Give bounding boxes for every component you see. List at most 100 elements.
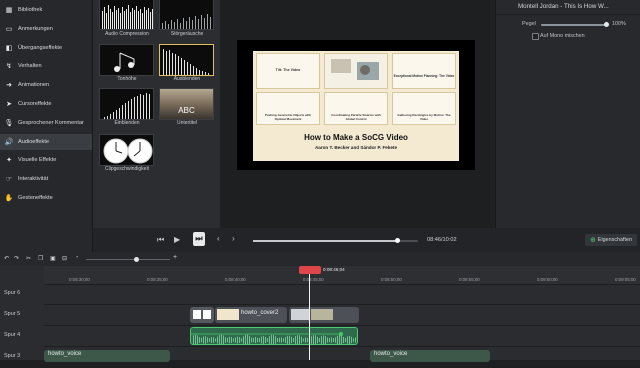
timeline-toolbar: ↶ ↷ ✂ ❐ ▣ ⊟ - + bbox=[0, 252, 640, 266]
tile-label: Einblenden bbox=[114, 120, 140, 126]
audio-effects-icon: 🔊 bbox=[4, 138, 14, 146]
library-icon: ▦ bbox=[5, 7, 13, 14]
clip-speed-tile[interactable] bbox=[99, 134, 154, 166]
cover-thumbnail bbox=[217, 309, 239, 320]
tile-label: Audio Compression bbox=[105, 31, 149, 37]
level-slider-knob[interactable] bbox=[604, 22, 609, 27]
step-forward-button[interactable]: ⏭ bbox=[193, 232, 205, 246]
zoom-slider-knob[interactable] bbox=[134, 257, 139, 262]
sidebar-item-label: Visuelle Effekte bbox=[18, 157, 57, 164]
sidebar-item-interactivity[interactable]: ☞ Interaktivität bbox=[0, 171, 92, 187]
ruler-tick: 0:08:30;00 bbox=[69, 277, 90, 282]
step-back-icon[interactable]: ⏮ bbox=[157, 235, 164, 245]
cover-clip-label: howto_cover2 bbox=[241, 310, 279, 316]
voice-clip-label: howto_voice bbox=[374, 351, 408, 357]
voice-clip-a[interactable]: howto_voice bbox=[44, 350, 170, 362]
cut-icon[interactable]: ✂ bbox=[26, 255, 31, 262]
zoom-in-icon[interactable]: + bbox=[173, 254, 177, 261]
sidebar-item-label: Gesprochener Kommentar bbox=[18, 119, 84, 126]
level-label: Pegel bbox=[522, 21, 536, 27]
ruler-tick: 0:08:40;00 bbox=[225, 277, 246, 282]
gesture-effects-icon: ✋ bbox=[4, 195, 14, 202]
cover-clip[interactable]: howto_cover2 bbox=[215, 307, 287, 323]
mono-label: Auf Mono mischen bbox=[540, 33, 585, 39]
sidebar-item-label: Audioeffekte bbox=[18, 138, 49, 145]
sidebar-item-library[interactable]: ▦ Bibliothek bbox=[0, 2, 92, 18]
sidebar-item-cursor-effects[interactable]: ➤ Cursoreffekte bbox=[0, 96, 92, 112]
audio-compression-tile[interactable] bbox=[99, 0, 154, 30]
sidebar-item-narration[interactable]: 🎙 Gesprochener Kommentar bbox=[0, 115, 92, 131]
sidebar-item-behaviors[interactable]: ↯ Verhalten bbox=[0, 58, 92, 74]
properties-button[interactable]: ⊕ Eigenschaften bbox=[585, 234, 637, 246]
thumbnail bbox=[311, 309, 333, 320]
panel-caption: Exceptional Motion Planning: The Video bbox=[393, 74, 455, 78]
track-label-4: Spur 4 bbox=[4, 332, 21, 338]
level-value: 100% bbox=[612, 21, 626, 27]
panel-exceptional: Exceptional Motion Planning: The Video bbox=[392, 53, 456, 89]
scrub-bar[interactable] bbox=[253, 238, 418, 243]
clip-title: Montell Jordan - This Is How W... bbox=[518, 3, 609, 10]
white-clip[interactable] bbox=[190, 307, 214, 323]
timeline-ruler[interactable]: 0:08:30;00 0:08:35;00 0:08:40;00 0:08:45… bbox=[44, 266, 640, 285]
ruler-tick: 0:08:45;00 bbox=[303, 277, 324, 282]
sidebar-item-label: Übergangseffekte bbox=[18, 44, 63, 51]
track-6[interactable] bbox=[44, 284, 640, 305]
redo-icon[interactable]: ↷ bbox=[14, 255, 19, 262]
scrub-knob[interactable] bbox=[395, 238, 401, 243]
waveform-icon bbox=[102, 5, 153, 29]
properties-button-label: Eigenschaften bbox=[597, 237, 633, 243]
play-icon[interactable]: ▶ bbox=[174, 235, 180, 244]
audio-clip[interactable] bbox=[190, 327, 358, 345]
sidebar-item-label: Bibliothek bbox=[18, 7, 43, 13]
animations-icon: ➜ bbox=[6, 82, 12, 90]
fade-out-tile[interactable] bbox=[159, 44, 214, 76]
mono-checkbox[interactable] bbox=[532, 33, 539, 40]
noise-removal-tile[interactable] bbox=[159, 0, 214, 30]
panel-caption: Coordinating Particle Swarms with Global… bbox=[331, 113, 381, 121]
fade-in-tile[interactable] bbox=[99, 88, 154, 120]
time-display: 08:46/10:02 bbox=[427, 237, 457, 243]
track-label-6: Spur 6 bbox=[4, 290, 21, 296]
sidebar-item-animations[interactable]: ➜ Animationen bbox=[0, 77, 92, 93]
sidebar-item-audio-effects[interactable]: 🔊 Audioeffekte bbox=[0, 133, 92, 150]
sidebar-item-transitions[interactable]: ◧ Übergangseffekte bbox=[0, 40, 92, 56]
track-label-3: Spur 3 bbox=[4, 353, 21, 359]
panel-gathering: Gathering Rectangles by Motion: The Vide… bbox=[392, 92, 456, 125]
audio-waveform bbox=[191, 332, 356, 344]
cover-clip-continuation[interactable] bbox=[289, 307, 359, 323]
diagram-thumbnail bbox=[331, 59, 379, 80]
paste-icon[interactable]: ▣ bbox=[50, 255, 56, 262]
ruler-tick: 0:08:55;00 bbox=[459, 277, 480, 282]
divider bbox=[496, 14, 640, 15]
tools-sidebar: ▦ Bibliothek ▭ Anmerkungen ◧ Übergangseffekte… bbox=[0, 0, 93, 252]
playhead-line bbox=[309, 274, 310, 360]
sidebar-item-label: Gesteneffekte bbox=[18, 195, 53, 201]
slide-title: How to Make a SoCG Video bbox=[304, 133, 408, 142]
level-slider-track[interactable] bbox=[541, 22, 609, 27]
sidebar-item-gesture-effects[interactable]: ✋ Gesteneffekte bbox=[0, 190, 92, 206]
copy-icon[interactable]: ❐ bbox=[38, 255, 43, 262]
zoom-out-icon[interactable]: - bbox=[76, 254, 78, 261]
sidebar-item-annotations[interactable]: ▭ Anmerkungen bbox=[0, 21, 92, 37]
visual-effects-icon: ✦ bbox=[6, 157, 12, 165]
ruler-tick: 0:09:00;00 bbox=[537, 277, 558, 282]
captions-tile[interactable]: ABC bbox=[159, 88, 214, 120]
zoom-slider[interactable] bbox=[86, 257, 170, 262]
scrub-progress bbox=[253, 240, 398, 242]
effects-library: Audio Compression Störgeräusche Tonhöhe bbox=[93, 0, 220, 252]
playhead-marker[interactable] bbox=[299, 266, 321, 274]
track-label-5: Spur 5 bbox=[4, 311, 21, 317]
split-icon[interactable]: ⊟ bbox=[62, 255, 67, 262]
behaviors-icon: ↯ bbox=[6, 63, 12, 71]
undo-icon[interactable]: ↶ bbox=[4, 255, 9, 262]
tile-label: Tonhöhe bbox=[117, 76, 137, 82]
panel-coordinating: Coordinating Particle Swarms with Global… bbox=[324, 92, 388, 125]
sidebar-item-label: Anmerkungen bbox=[18, 25, 53, 32]
pitch-tile[interactable] bbox=[99, 44, 154, 76]
previous-marker-icon[interactable]: ‹ bbox=[217, 234, 220, 243]
next-marker-icon[interactable]: › bbox=[232, 234, 235, 243]
sidebar-item-label: Verhalten bbox=[18, 63, 42, 70]
sidebar-item-visual-effects[interactable]: ✦ Visuelle Effekte bbox=[0, 152, 92, 168]
thumbnail bbox=[291, 309, 309, 320]
voice-clip-b[interactable]: howto_voice bbox=[370, 350, 490, 362]
